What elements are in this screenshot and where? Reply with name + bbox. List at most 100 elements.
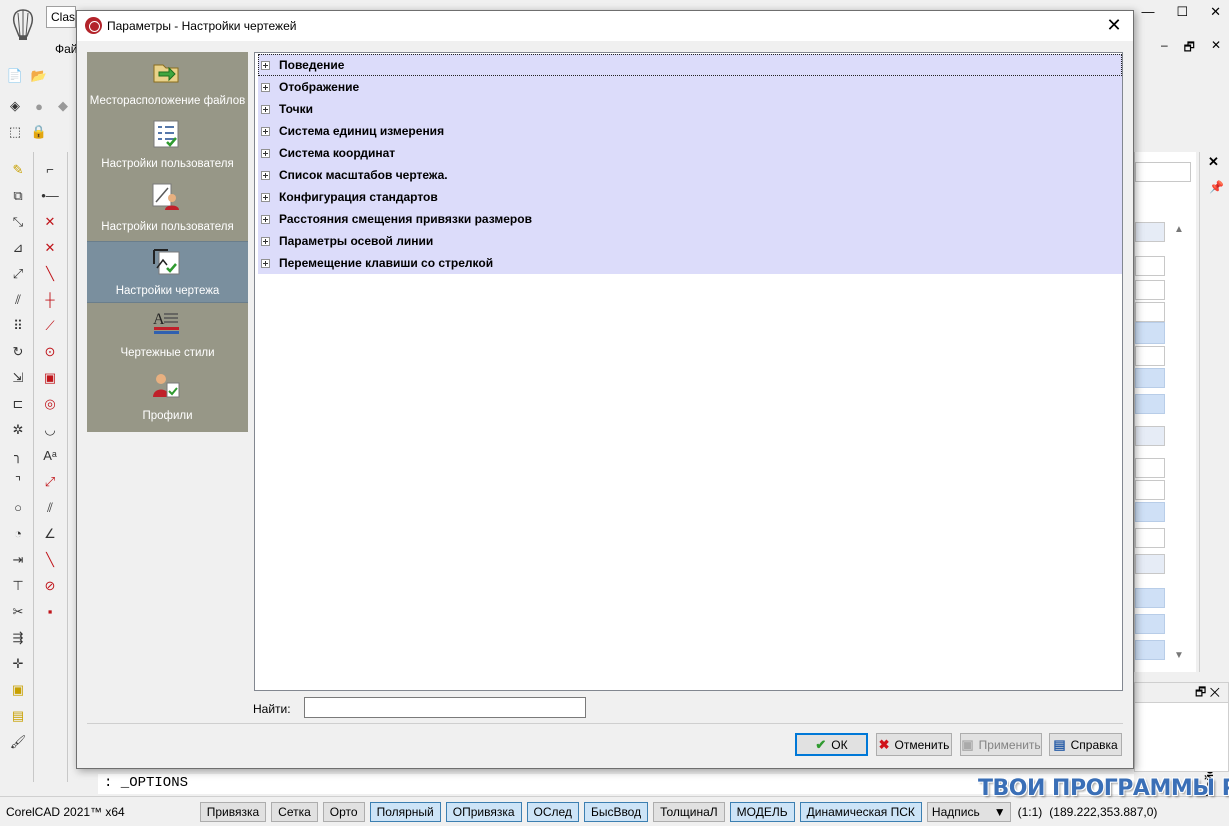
select-icon[interactable]: ⬚ — [6, 123, 24, 141]
layout-combo[interactable]: Class — [46, 6, 76, 28]
line-icon[interactable]: •— — [40, 186, 60, 205]
open-folder-icon[interactable]: 📂 — [30, 67, 48, 85]
scroll-up-icon[interactable]: ▲ — [1168, 224, 1190, 235]
toggle-polar[interactable]: Полярный — [369, 801, 441, 822]
toggle-ortho[interactable]: Орто — [322, 801, 365, 822]
dimension-icon[interactable]: ⤢ — [40, 472, 60, 491]
expand-icon[interactable] — [261, 82, 270, 92]
expand-icon[interactable] — [261, 192, 270, 202]
point-icon[interactable]: ✛ — [8, 654, 28, 673]
move-icon[interactable]: ⤡ — [8, 212, 28, 231]
explode-icon[interactable]: ✲ — [8, 420, 28, 439]
ray-icon[interactable]: ╲ — [40, 264, 60, 283]
doc-close-icon[interactable]: ✕ — [1211, 38, 1221, 59]
toggle-lineweight[interactable]: ТолщинаЛ — [653, 801, 725, 822]
layer-state-icon[interactable]: ● — [30, 97, 48, 115]
category-user-settings[interactable]: Настройки пользователя — [87, 178, 248, 240]
cancel-button[interactable]: ✖ Отменить — [876, 733, 952, 756]
circle-tool-icon[interactable]: ○ — [8, 498, 28, 517]
toggle-grid[interactable]: Сетка — [271, 801, 318, 822]
tree-item-units[interactable]: Система единиц измерения — [258, 120, 1122, 142]
expand-icon[interactable] — [261, 214, 270, 224]
tree-item-behavior[interactable]: Поведение — [258, 54, 1122, 76]
stretch-icon[interactable]: ⇲ — [8, 368, 28, 387]
chamfer-icon[interactable]: ⌝ — [8, 472, 28, 491]
trim-icon[interactable]: ⊤ — [8, 576, 28, 595]
hatch-icon[interactable]: ⫽ — [40, 498, 60, 517]
polyline-icon[interactable]: ⌐ — [40, 160, 60, 179]
apply-button[interactable]: ▣ Применить — [960, 733, 1042, 756]
toggle-model[interactable]: МОДЕЛЬ — [729, 801, 795, 822]
expand-icon[interactable] — [261, 60, 270, 70]
settings-tree[interactable]: Поведение Отображение Точки Система един… — [254, 52, 1123, 691]
tangent-line-icon[interactable]: ⟋ — [40, 316, 60, 335]
text-icon[interactable]: Aᵃ — [40, 446, 60, 465]
arc-icon[interactable]: ◡ — [40, 420, 60, 439]
snap-icon[interactable]: ▪ — [40, 602, 60, 621]
panel-close-icon[interactable]: ✕ — [1208, 154, 1219, 170]
properties-side-tab[interactable]: ✕ 📌 Свойства — [1199, 152, 1229, 802]
intersect-icon[interactable]: ✕ — [40, 238, 60, 257]
circle-center-icon[interactable]: ⊙ — [40, 342, 60, 361]
close-icon[interactable]: ✕ — [1210, 4, 1221, 20]
align-icon[interactable]: ⊏ — [8, 394, 28, 413]
new-file-icon[interactable]: 📄 — [6, 67, 24, 85]
toggle-quick-input[interactable]: БысВвод — [583, 801, 649, 822]
array-icon[interactable]: ⠿ — [8, 316, 28, 335]
find-input[interactable] — [304, 697, 586, 718]
arc-tool-icon[interactable]: ◔ — [8, 524, 28, 543]
tree-item-coordinate-system[interactable]: Система координат — [258, 142, 1122, 164]
break-icon[interactable]: ✂ — [8, 602, 28, 621]
toggle-dynamic-ucs[interactable]: Динамическая ПСК — [799, 801, 922, 822]
region-icon[interactable]: ▤ — [8, 706, 28, 725]
rotate-icon[interactable]: ↻ — [8, 342, 28, 361]
tree-item-arrow-key-movement[interactable]: Перемещение клавиши со стрелкой — [258, 252, 1122, 274]
extend-icon[interactable]: ⇶ — [8, 628, 28, 647]
tree-item-centerline-params[interactable]: Параметры осевой линии — [258, 230, 1122, 252]
category-drafting-styles[interactable]: A Чертежные стили — [87, 304, 248, 366]
layer-color-icon[interactable]: ◆ — [54, 97, 72, 115]
pin-icon[interactable]: 📌 — [1209, 180, 1224, 194]
join-icon[interactable]: ⇥ — [8, 550, 28, 569]
toggle-snap[interactable]: Привязка — [199, 801, 267, 822]
circle-3p-icon[interactable]: ◎ — [40, 394, 60, 413]
category-user-preferences[interactable]: Настройки пользователя — [87, 115, 248, 177]
expand-icon[interactable] — [261, 258, 270, 268]
expand-icon[interactable] — [261, 236, 270, 246]
category-drawing-settings[interactable]: Настройки чертежа — [87, 241, 248, 303]
match-properties-icon[interactable]: 🖌 — [8, 732, 28, 751]
no-snap-icon[interactable]: ⊘ — [40, 576, 60, 595]
tree-item-standards-config[interactable]: Конфигурация стандартов — [258, 186, 1122, 208]
tree-item-dimension-snap-offsets[interactable]: Расстояния смещения привязки размеров — [258, 208, 1122, 230]
help-button[interactable]: ▤ Справка — [1049, 733, 1122, 756]
scroll-down-icon[interactable]: ▼ — [1168, 650, 1190, 661]
construction-line-icon[interactable]: ┼ — [40, 290, 60, 309]
block-icon[interactable]: ▣ — [8, 680, 28, 699]
rectangle-icon[interactable]: ▣ — [40, 368, 60, 387]
category-file-locations[interactable]: Месторасположение файлов — [87, 52, 248, 114]
tree-item-points[interactable]: Точки — [258, 98, 1122, 120]
dialog-close-button[interactable]: ✕ — [1103, 15, 1125, 37]
expand-icon[interactable] — [261, 104, 270, 114]
expand-icon[interactable] — [261, 170, 270, 180]
lock-icon[interactable]: 🔒 — [30, 123, 48, 141]
expand-icon[interactable] — [261, 126, 270, 136]
toggle-otrack[interactable]: ОСлед — [526, 801, 579, 822]
offset-icon[interactable]: ⫽ — [8, 290, 28, 309]
panel-dropdown[interactable] — [1135, 162, 1191, 182]
ok-button[interactable]: ✔ ОК — [795, 733, 868, 756]
toggle-osnap[interactable]: ОПривязка — [445, 801, 522, 822]
leader-icon[interactable]: ╲ — [40, 550, 60, 569]
cross-line-icon[interactable]: ✕ — [40, 212, 60, 231]
doc-minimize-icon[interactable]: – — [1161, 38, 1168, 59]
expand-icon[interactable] — [261, 148, 270, 158]
erase-icon[interactable]: ✎ — [8, 160, 28, 179]
tree-item-display[interactable]: Отображение — [258, 76, 1122, 98]
copy-icon[interactable]: ⧉ — [8, 186, 28, 205]
tree-item-scale-list[interactable]: Список масштабов чертежа. — [258, 164, 1122, 186]
layers-icon[interactable]: ◈ — [6, 97, 24, 115]
angle-icon[interactable]: ∠ — [40, 524, 60, 543]
fillet-icon[interactable]: ╮ — [8, 446, 28, 465]
scale-icon[interactable]: ⤢ — [8, 264, 28, 283]
minimize-icon[interactable]: — — [1141, 4, 1154, 20]
